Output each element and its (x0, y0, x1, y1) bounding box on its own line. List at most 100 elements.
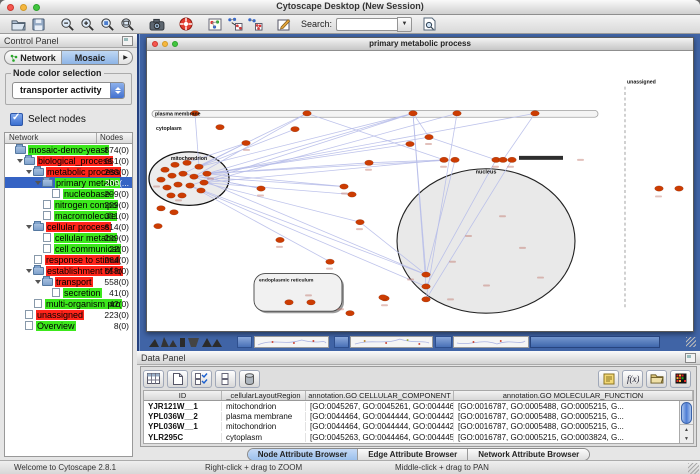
column-header[interactable]: annotation.GO CELLULAR_COMPONENT (306, 391, 454, 400)
network-node[interactable] (346, 311, 355, 316)
network-node[interactable] (242, 140, 251, 145)
table-row[interactable]: YPL036W__2plasma membrane[GO:0044464, GO… (144, 411, 693, 421)
disclosure-triangle-icon[interactable] (25, 269, 33, 273)
network-node[interactable] (303, 111, 312, 116)
background-window-sliver[interactable] (453, 336, 529, 348)
network-node[interactable] (340, 184, 349, 189)
network-node[interactable] (161, 167, 170, 172)
network-node[interactable] (157, 177, 166, 182)
network-node[interactable] (365, 160, 374, 165)
tree-column-network[interactable]: Network (5, 133, 97, 143)
attribute-search-icon[interactable] (421, 16, 438, 32)
network-node[interactable] (197, 188, 206, 193)
network-node[interactable] (675, 186, 684, 191)
save-session-icon[interactable] (30, 16, 47, 32)
network-node[interactable] (257, 186, 266, 191)
tree-column-nodes[interactable]: Nodes (97, 133, 132, 143)
search-options-dropdown[interactable]: ▼ (397, 17, 412, 32)
tree-item[interactable]: nitrogen compo209(0) (5, 199, 132, 210)
attribute-table-icon[interactable] (143, 370, 164, 388)
network-node[interactable] (167, 193, 176, 198)
heatmap-icon[interactable] (670, 370, 691, 388)
disclosure-triangle-icon[interactable] (34, 181, 42, 185)
column-header[interactable]: _cellularLayoutRegion (222, 391, 306, 400)
scrollbar-thumb[interactable] (681, 402, 692, 424)
zoom-selected-region-icon[interactable] (99, 16, 116, 32)
tree-item[interactable]: cellular process614(0) (5, 221, 132, 232)
window-titlebar[interactable]: Cytoscape Desktop (New Session) (0, 0, 700, 15)
tab-edge-attribute-browser[interactable]: Edge Attribute Browser (358, 449, 468, 460)
network-node[interactable] (168, 173, 177, 178)
help-lifebuoy-icon[interactable] (177, 16, 194, 32)
table-scrollbar[interactable]: ▲▼ (679, 401, 693, 443)
network-node[interactable] (499, 157, 508, 162)
background-window-titlebar[interactable] (435, 336, 452, 348)
network-node[interactable] (171, 162, 180, 167)
background-window-titlebar[interactable] (237, 336, 252, 348)
tree-item[interactable]: cellular metabo209(0) (5, 232, 132, 243)
network-node[interactable] (655, 186, 664, 191)
network-node[interactable] (157, 206, 166, 211)
tree-item[interactable]: unassigned223(0) (5, 309, 132, 320)
table-row[interactable]: YLR295Ccytoplasm[GO:0045263, GO:0044464,… (144, 432, 693, 442)
network-canvas[interactable]: plasma membranecytoplasmmitochondrionnuc… (147, 51, 693, 331)
open-session-icon[interactable] (10, 16, 27, 32)
tree-item[interactable]: nucleobase-209(0) (5, 188, 132, 199)
tree-item[interactable]: macromolecule311(0) (5, 210, 132, 221)
network-node[interactable] (326, 259, 335, 264)
scroll-down-icon[interactable]: ▼ (684, 436, 689, 442)
network-node[interactable] (422, 297, 431, 302)
network-node[interactable] (291, 126, 300, 131)
tree-item[interactable]: response to stimul264(0) (5, 254, 132, 265)
network-node[interactable] (190, 174, 199, 179)
notes-icon[interactable] (598, 370, 619, 388)
node-color-dropdown[interactable]: transporter activity (12, 82, 125, 99)
tree-item[interactable]: metabolic process280(0) (5, 166, 132, 177)
network-node[interactable] (154, 223, 163, 228)
network-node[interactable] (163, 185, 172, 190)
tree-item[interactable]: secretion41(0) (5, 287, 132, 298)
network-node[interactable] (178, 193, 187, 198)
network-node[interactable] (179, 171, 188, 176)
float-panel-icon[interactable] (685, 353, 696, 363)
new-attribute-icon[interactable] (167, 370, 188, 388)
tree-item[interactable]: mosaic-demo-yeast874(0) (5, 144, 132, 155)
column-header[interactable]: annotation.GO MOLECULAR_FUNCTION (454, 391, 693, 400)
network-node[interactable] (422, 272, 431, 277)
table-row[interactable]: YJR121W__1mitochondrion[GO:0045267, GO:0… (144, 401, 693, 411)
network-node[interactable] (200, 180, 209, 185)
window-resize-grip[interactable] (686, 337, 696, 347)
table-row[interactable]: YKR052Ccytoplasm[GO:0044464, GO:0044446,… (144, 443, 693, 444)
network-node[interactable] (307, 300, 316, 305)
network-view-titlebar[interactable]: primary metabolic process (147, 38, 693, 51)
tab-node-attribute-browser[interactable]: Node Attribute Browser (248, 449, 359, 460)
network-node[interactable] (508, 157, 517, 162)
tree-item[interactable]: multi-organism pro42(0) (5, 298, 132, 309)
table-row[interactable]: YPL036W__1mitochondrion[GO:0044464, GO:0… (144, 422, 693, 432)
tab-network-attribute-browser[interactable]: Network Attribute Browser (468, 449, 589, 460)
network-node[interactable] (406, 141, 415, 146)
disclosure-triangle-icon[interactable] (16, 159, 24, 163)
network-node[interactable] (186, 183, 195, 188)
tree-item[interactable]: biological_process651(0) (5, 155, 132, 166)
column-header[interactable]: ID (144, 391, 222, 400)
tree-item[interactable]: cell communicat22(0) (5, 243, 132, 254)
background-window-sliver[interactable] (254, 336, 329, 348)
tab-overflow-arrow[interactable]: ▶ (119, 51, 132, 64)
zoom-out-icon[interactable] (59, 16, 76, 32)
annotation-edit-icon[interactable] (275, 16, 292, 32)
network-node[interactable] (440, 157, 449, 162)
search-input[interactable] (336, 18, 397, 31)
network-node[interactable] (285, 300, 294, 305)
layout-network-icon[interactable] (226, 16, 243, 32)
tab-network[interactable]: Network (5, 51, 62, 64)
formula-builder-icon[interactable]: f(x) (622, 370, 643, 388)
disclosure-triangle-icon[interactable] (25, 225, 33, 229)
import-attributes-icon[interactable] (646, 370, 667, 388)
network-view-window[interactable]: primary metabolic process plasma membran… (146, 37, 694, 332)
zoom-fit-icon[interactable] (119, 16, 136, 32)
network-node[interactable] (203, 171, 212, 176)
network-node[interactable] (451, 157, 460, 162)
snapshot-camera-icon[interactable] (148, 16, 165, 32)
background-window-sliver[interactable] (147, 336, 233, 348)
